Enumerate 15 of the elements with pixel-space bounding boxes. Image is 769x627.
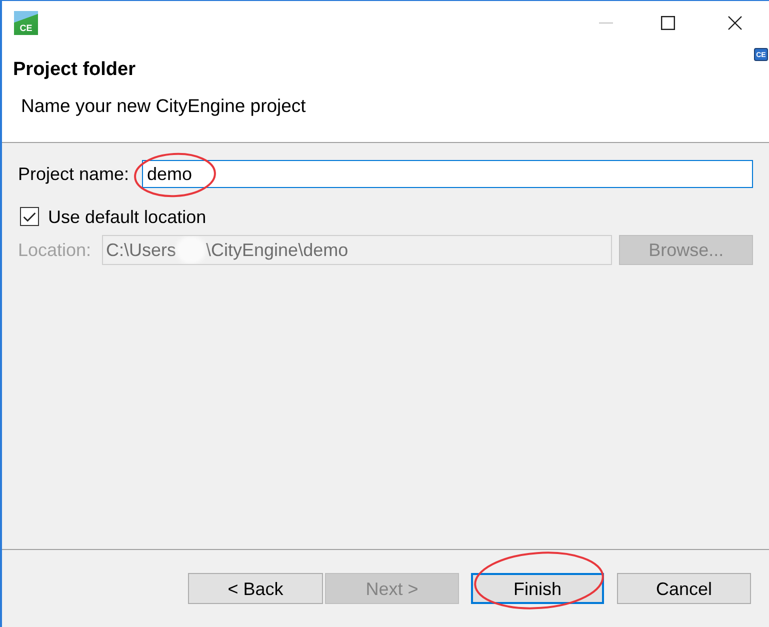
project-name-field[interactable]: demo bbox=[142, 160, 753, 188]
app-logo: CE bbox=[14, 10, 38, 34]
checkbox-label: Use default location bbox=[48, 206, 206, 228]
dialog-button[interactable]: Finish bbox=[471, 573, 604, 604]
maximize-icon[interactable] bbox=[660, 16, 674, 30]
checkbox[interactable] bbox=[20, 207, 39, 226]
page-subtitle: Name your new CityEngine project bbox=[21, 94, 306, 118]
page-title: Project folder bbox=[13, 58, 136, 82]
checkmark-icon bbox=[23, 212, 36, 222]
dialog-button[interactable]: < Back bbox=[188, 573, 323, 604]
dialog-button[interactable]: Cancel bbox=[617, 573, 751, 604]
project-name-label: Project name: bbox=[18, 163, 130, 186]
close-icon[interactable] bbox=[728, 16, 742, 30]
location-label: Location: bbox=[18, 239, 92, 262]
location-field: C:\Users \CityEngine\demo bbox=[102, 235, 612, 265]
